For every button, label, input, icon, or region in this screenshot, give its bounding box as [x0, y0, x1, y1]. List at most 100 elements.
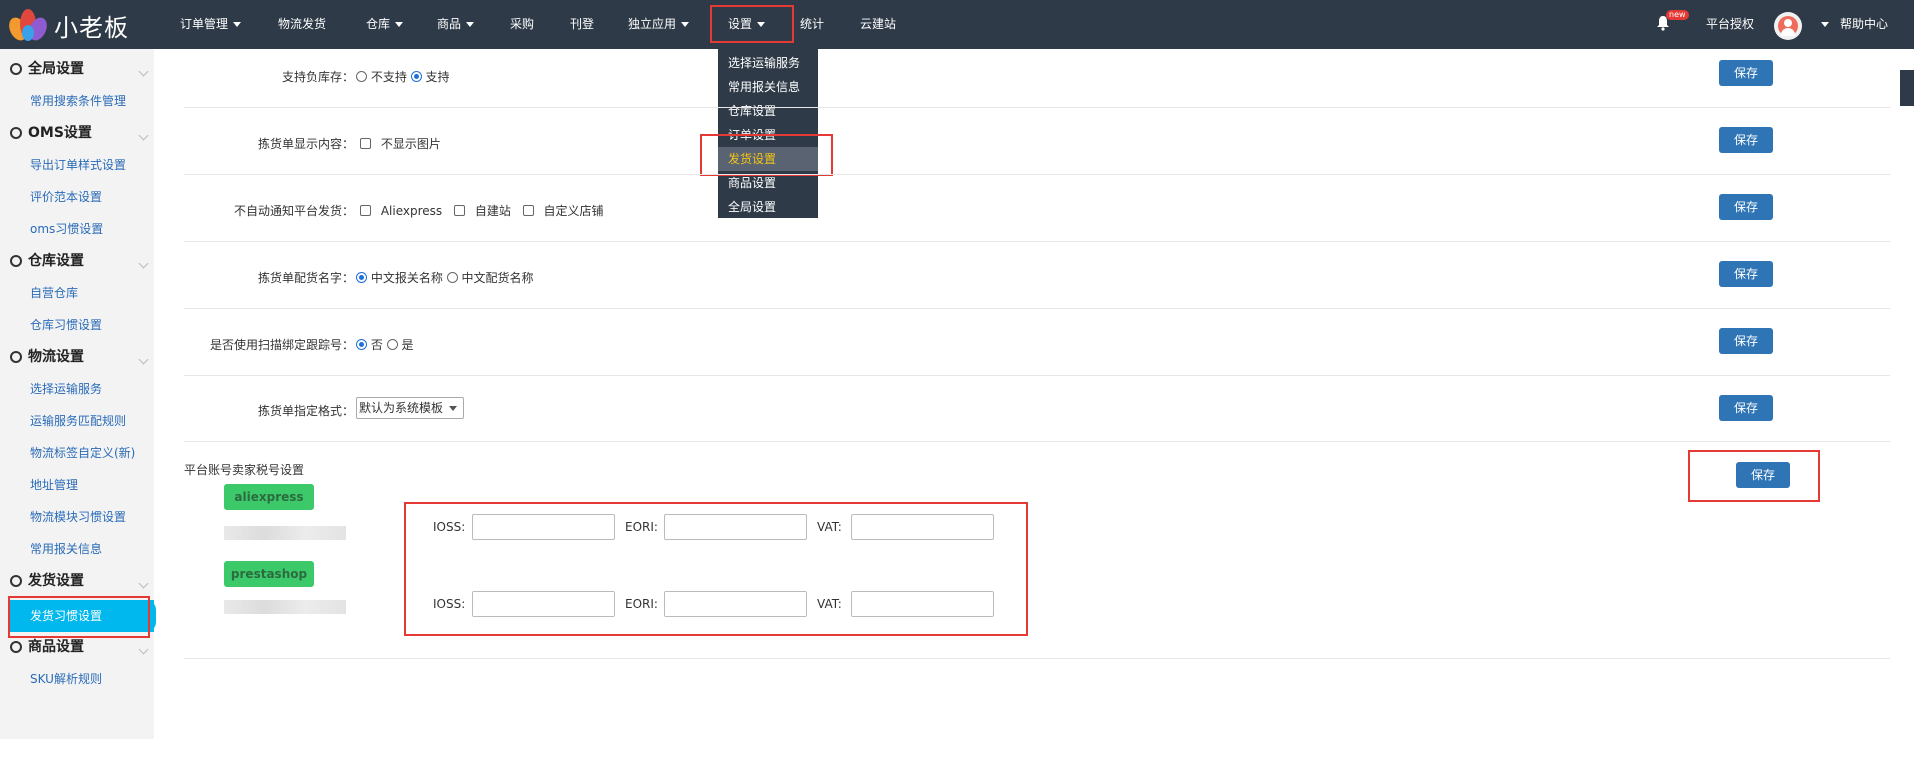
sidebar-group-warehouse[interactable]: 仓库设置 — [10, 251, 84, 271]
checkbox-aliexpress[interactable] — [360, 205, 371, 216]
help-center-link[interactable]: 帮助中心 — [1840, 0, 1888, 49]
radio-picking-name-label: 中文配货名称 — [461, 271, 534, 285]
no-notify-label: 不自动通知平台发货： — [234, 204, 355, 218]
gear-icon — [10, 255, 22, 267]
nav-logistics-shipping[interactable]: 物流发货 — [278, 0, 326, 49]
row-divider — [184, 174, 1890, 175]
checkbox-custom-store[interactable] — [522, 205, 534, 216]
sidebar-item-oms-habits[interactable]: oms习惯设置 — [30, 219, 103, 239]
caret-down-icon — [449, 406, 457, 411]
highlight-shipping-habits-item — [8, 596, 150, 638]
highlight-save-tax-button — [1688, 450, 1820, 502]
floating-service-tab[interactable] — [1900, 70, 1914, 106]
radio-supported-label: 支持 — [425, 70, 450, 84]
save-picking-format-button[interactable]: 保存 — [1719, 395, 1773, 421]
radio-scan-yes[interactable] — [386, 339, 398, 350]
picking-format-label: 拣货单指定格式： — [258, 404, 355, 418]
sidebar-item-warehouse-habits[interactable]: 仓库习惯设置 — [30, 315, 102, 335]
no-notify-options: Aliexpress 自建站 自定义店铺 — [360, 202, 604, 219]
menu-item-warehouse-settings[interactable]: 仓库设置 — [718, 99, 818, 123]
save-picking-name-button[interactable]: 保存 — [1719, 261, 1773, 287]
sidebar-group-shipping[interactable]: 发货设置 — [10, 571, 84, 591]
blurred-account-name — [224, 526, 346, 540]
caret-down-icon — [233, 22, 242, 27]
platform-auth-link[interactable]: 平台授权 — [1706, 0, 1754, 49]
highlight-shipping-settings-menu — [700, 134, 833, 176]
picking-display-options: 不显示图片 — [360, 135, 441, 152]
sidebar-item-export-order-style[interactable]: 导出订单样式设置 — [30, 155, 126, 175]
checkbox-self-built-site-label: 自建站 — [474, 204, 511, 218]
nav-order-management[interactable]: 订单管理 — [180, 0, 242, 49]
top-navbar: 小老板 订单管理 物流发货 仓库 商品 采购 刊登 独立应用 设置 统计 云建站… — [0, 0, 1914, 49]
nav-cloud-site[interactable]: 云建站 — [860, 0, 896, 49]
blurred-account-name — [224, 600, 346, 614]
radio-scan-no[interactable] — [356, 339, 367, 350]
menu-item-select-shipping-service[interactable]: 选择运输服务 — [718, 51, 818, 75]
picking-format-select[interactable]: 默认为系统模板 — [356, 397, 464, 419]
radio-customs-name-label: 中文报关名称 — [370, 271, 443, 285]
scan-bind-label: 是否使用扫描绑定跟踪号： — [210, 338, 355, 352]
highlight-tax-inputs — [404, 502, 1028, 636]
sidebar-group-oms[interactable]: OMS设置 — [10, 123, 92, 143]
checkbox-self-built-site[interactable] — [453, 205, 465, 216]
radio-supported[interactable] — [410, 71, 422, 82]
checkbox-aliexpress-label: Aliexpress — [380, 204, 443, 218]
menu-item-global-settings[interactable]: 全局设置 — [718, 195, 818, 219]
row-divider — [184, 658, 1890, 659]
caret-down-icon — [395, 22, 404, 27]
chevron-down-icon — [138, 644, 149, 655]
save-picking-display-button[interactable]: 保存 — [1719, 127, 1773, 153]
picking-name-label: 拣货单配货名字： — [258, 271, 355, 285]
chevron-down-icon — [138, 66, 149, 77]
nav-purchasing[interactable]: 采购 — [510, 0, 534, 49]
row-divider — [184, 241, 1890, 242]
nav-standalone-apps[interactable]: 独立应用 — [628, 0, 690, 49]
sidebar-group-products[interactable]: 商品设置 — [10, 637, 84, 657]
brand-logo[interactable]: 小老板 — [5, 6, 129, 44]
radio-not-supported-label: 不支持 — [370, 70, 407, 84]
chevron-down-icon — [138, 354, 149, 365]
radio-not-supported[interactable] — [356, 71, 367, 82]
sidebar-item-search-conditions[interactable]: 常用搜索条件管理 — [30, 91, 126, 111]
sidebar-item-logistics-habits[interactable]: 物流模块习惯设置 — [30, 507, 126, 527]
gear-icon — [10, 127, 22, 139]
negative-stock-options: 不支持 支持 — [356, 68, 450, 85]
sidebar-item-review-template[interactable]: 评价范本设置 — [30, 187, 102, 207]
checkbox-hide-images-label: 不显示图片 — [380, 137, 441, 151]
sidebar-item-select-shipping-service[interactable]: 选择运输服务 — [30, 379, 102, 399]
save-negative-stock-button[interactable]: 保存 — [1719, 60, 1773, 86]
row-divider — [184, 107, 1890, 108]
chevron-down-icon — [138, 130, 149, 141]
highlight-settings-nav — [710, 5, 794, 43]
radio-picking-name[interactable] — [446, 272, 458, 283]
sidebar-item-shipping-match-rules[interactable]: 运输服务匹配规则 — [30, 411, 126, 431]
sidebar-item-own-warehouse[interactable]: 自营仓库 — [30, 283, 78, 303]
menu-item-customs-info[interactable]: 常用报关信息 — [718, 75, 818, 99]
picking-format-value: 默认为系统模板 — [359, 401, 444, 415]
nav-products[interactable]: 商品 — [437, 0, 475, 49]
sidebar-item-address-management[interactable]: 地址管理 — [30, 475, 78, 495]
nav-statistics[interactable]: 统计 — [800, 0, 824, 49]
sidebar-item-sku-parse-rules[interactable]: SKU解析规则 — [30, 669, 102, 689]
avatar — [1774, 12, 1802, 40]
save-no-notify-button[interactable]: 保存 — [1719, 194, 1773, 220]
checkbox-hide-images[interactable] — [360, 138, 371, 149]
sidebar-group-logistics[interactable]: 物流设置 — [10, 347, 84, 367]
platform-tag-aliexpress: aliexpress — [224, 484, 314, 510]
brand-name: 小老板 — [54, 13, 129, 42]
sidebar-item-custom-labels[interactable]: 物流标签自定义(新) — [30, 443, 135, 463]
radio-customs-name[interactable] — [356, 272, 367, 283]
gear-icon — [10, 641, 22, 653]
nav-listing[interactable]: 刊登 — [570, 0, 594, 49]
scan-bind-options: 否 是 — [356, 336, 414, 353]
picking-display-label: 拣货单显示内容： — [258, 137, 355, 151]
sidebar-group-global[interactable]: 全局设置 — [10, 59, 84, 79]
row-divider — [184, 375, 1890, 376]
negative-stock-label: 支持负库存： — [282, 70, 355, 84]
sidebar-item-customs-info[interactable]: 常用报关信息 — [30, 539, 102, 559]
save-scan-bind-button[interactable]: 保存 — [1719, 328, 1773, 354]
nav-warehouse[interactable]: 仓库 — [366, 0, 404, 49]
radio-scan-yes-label: 是 — [401, 338, 414, 352]
caret-down-icon — [1821, 22, 1829, 27]
picking-name-options: 中文报关名称 中文配货名称 — [356, 269, 534, 286]
